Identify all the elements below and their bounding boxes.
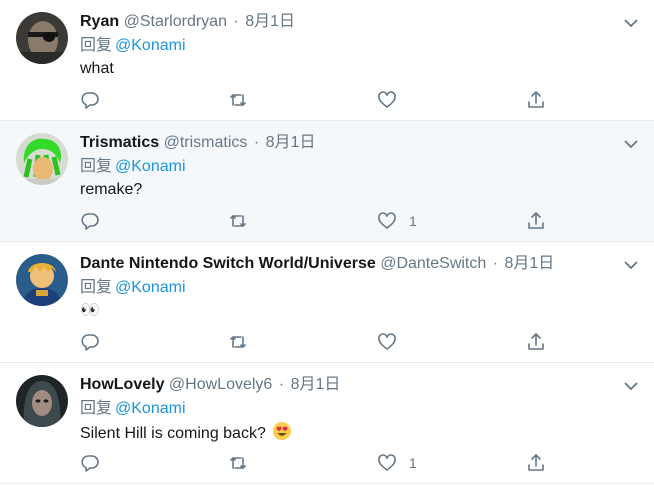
- reply-context: 回复 @Konami: [80, 277, 186, 299]
- tweet-header: Ryan @Starlordryan · 8月1日: [80, 11, 614, 33]
- tweet-actions: [80, 330, 560, 354]
- tweet-actions: 1: [80, 451, 560, 475]
- tweet-date[interactable]: 8月1日: [245, 13, 295, 30]
- reply-button[interactable]: [80, 209, 100, 233]
- reply-context: 回复 @Konami: [80, 156, 186, 178]
- display-name[interactable]: Ryan: [80, 13, 119, 30]
- retweet-icon: [230, 457, 246, 469]
- share-button[interactable]: [526, 88, 546, 112]
- tweet-header: Dante Nintendo Switch World/Universe @Da…: [80, 253, 614, 275]
- like-icon: [378, 333, 396, 350]
- separator: ·: [278, 376, 285, 393]
- tweet[interactable]: Ryan @Starlordryan · 8月1日 回复 @Konami what: [0, 0, 654, 121]
- display-name[interactable]: HowLovely: [80, 376, 164, 393]
- tweet-header: HowLovely @HowLovely6 · 8月1日: [80, 374, 614, 396]
- share-icon: [528, 212, 544, 229]
- reply-prefix: 回复: [80, 279, 113, 296]
- share-button[interactable]: [526, 330, 546, 354]
- share-button[interactable]: [526, 451, 546, 475]
- display-name[interactable]: Dante Nintendo Switch World/Universe: [80, 255, 376, 272]
- tweet-date[interactable]: 8月1日: [505, 255, 555, 272]
- reply-button[interactable]: [80, 330, 100, 354]
- reply-icon: [81, 455, 99, 472]
- reply-prefix: 回复: [80, 158, 113, 175]
- reply-prefix: 回复: [80, 37, 113, 54]
- share-button[interactable]: [526, 209, 546, 233]
- reply-mention-link[interactable]: @Konami: [115, 279, 186, 296]
- avatar[interactable]: [16, 375, 68, 427]
- tweet[interactable]: Dante Nintendo Switch World/Universe @Da…: [0, 242, 654, 363]
- tweet-actions: [80, 88, 560, 112]
- tweet-text-body: Silent Hill is coming back?: [80, 425, 266, 442]
- chevron-down-icon[interactable]: [622, 256, 640, 274]
- chevron-down-icon[interactable]: [622, 377, 640, 395]
- chevron-down-icon[interactable]: [622, 135, 640, 153]
- tweet[interactable]: HowLovely @HowLovely6 · 8月1日 回复 @Konami S…: [0, 363, 654, 484]
- reply-button[interactable]: [80, 451, 100, 475]
- share-icon: [528, 333, 544, 350]
- like-icon: [378, 91, 396, 108]
- user-handle[interactable]: @trismatics: [164, 134, 248, 151]
- like-count: 1: [409, 213, 417, 229]
- like-icon: [378, 212, 396, 229]
- like-button[interactable]: [377, 330, 409, 354]
- share-icon: [528, 454, 544, 471]
- user-handle[interactable]: @DanteSwitch: [380, 255, 486, 272]
- reply-mention-link[interactable]: @Konami: [115, 400, 186, 417]
- tweet-text: Silent Hill is coming back?: [80, 421, 292, 445]
- avatar[interactable]: [16, 254, 68, 306]
- reply-icon: [81, 334, 99, 351]
- tweet-date[interactable]: 8月1日: [266, 134, 316, 151]
- avatar[interactable]: [16, 12, 68, 64]
- chevron-down-icon[interactable]: [622, 14, 640, 32]
- separator: ·: [233, 13, 239, 30]
- reply-context: 回复 @Konami: [80, 398, 186, 420]
- reply-context: 回复 @Konami: [80, 35, 186, 57]
- retweet-icon: [230, 336, 246, 348]
- tweet-header: Trismatics @trismatics · 8月1日: [80, 132, 614, 154]
- display-name[interactable]: Trismatics: [80, 134, 159, 151]
- reply-button[interactable]: [80, 88, 100, 112]
- like-button[interactable]: 1: [377, 209, 417, 233]
- like-count: 1: [409, 455, 417, 471]
- reply-mention-link[interactable]: @Konami: [115, 37, 186, 54]
- retweet-button[interactable]: [228, 330, 248, 354]
- tweet-text: 👀: [80, 302, 100, 319]
- retweet-button[interactable]: [228, 209, 248, 233]
- tweet-actions: 1: [80, 209, 560, 233]
- retweet-button[interactable]: [228, 451, 248, 475]
- like-button[interactable]: 1: [377, 451, 417, 475]
- tweet[interactable]: Trismatics @trismatics · 8月1日 回复 @Konami …: [0, 121, 654, 242]
- reply-prefix: 回复: [80, 400, 113, 417]
- reply-mention-link[interactable]: @Konami: [115, 158, 186, 175]
- avatar[interactable]: [16, 133, 68, 185]
- reply-icon: [81, 92, 99, 109]
- heart-eyes-emoji-icon: [272, 422, 291, 440]
- retweet-icon: [230, 215, 246, 227]
- tweet-text: what: [80, 60, 114, 77]
- separator: ·: [253, 134, 260, 151]
- share-icon: [528, 91, 544, 108]
- tweet-text: remake?: [80, 181, 143, 198]
- tweet-date[interactable]: 8月1日: [291, 376, 341, 393]
- like-button[interactable]: [377, 88, 409, 112]
- retweet-button[interactable]: [228, 88, 248, 112]
- like-icon: [378, 454, 396, 471]
- separator: ·: [492, 255, 499, 272]
- user-handle[interactable]: @Starlordryan: [124, 13, 227, 30]
- reply-icon: [81, 213, 99, 230]
- retweet-icon: [230, 94, 246, 106]
- user-handle[interactable]: @HowLovely6: [169, 376, 272, 393]
